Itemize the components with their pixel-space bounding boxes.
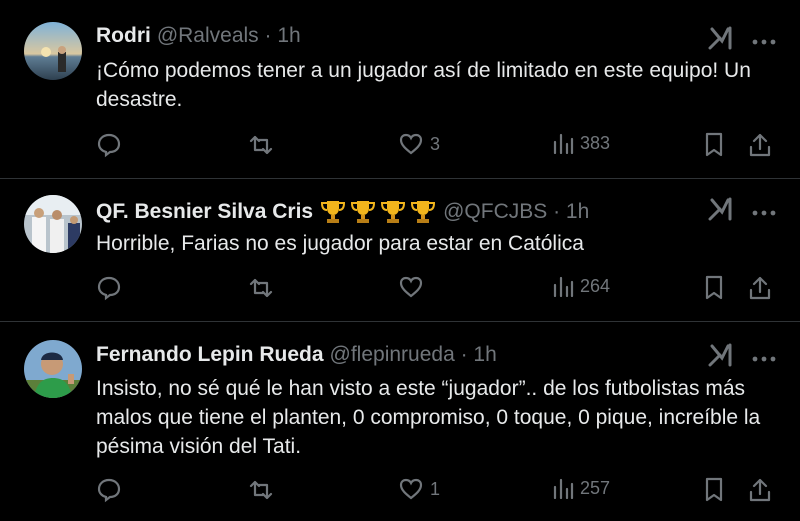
share-button[interactable] [748, 275, 772, 301]
bookmark-icon [704, 275, 724, 301]
grok-icon[interactable] [708, 197, 734, 226]
share-icon [748, 275, 772, 301]
more-icon[interactable] [752, 349, 776, 367]
tweet-top-icons [708, 197, 776, 226]
reply-icon [96, 275, 122, 301]
tweet-text: ¡Cómo podemos tener a un jugador así de … [96, 59, 751, 111]
like-button[interactable]: 3 [398, 132, 440, 156]
bookmark-button[interactable] [704, 275, 724, 301]
trophy-icon [381, 201, 406, 223]
avatar[interactable] [24, 340, 82, 398]
tweet-top-icons [708, 343, 776, 372]
bookmark-icon [704, 132, 724, 158]
views-button[interactable]: 383 [552, 132, 610, 154]
like-icon [398, 275, 424, 299]
like-icon [398, 477, 424, 501]
grok-icon[interactable] [708, 26, 734, 55]
handle-time[interactable]: @QFCJBS · 1h [443, 200, 589, 224]
views-icon [552, 132, 574, 154]
bookmark-button[interactable] [704, 132, 724, 158]
display-name[interactable]: Fernando Lepin Rueda [96, 343, 324, 367]
views-button[interactable]: 257 [552, 477, 610, 499]
tweet-header: QF. Besnier Silva Cris @QFCJBS · 1h [96, 199, 589, 225]
tweet-2[interactable]: QF. Besnier Silva Cris @QFCJBS · 1h Horr… [0, 179, 800, 321]
views-count: 257 [580, 477, 611, 498]
tweet-header: Fernando Lepin Rueda @flepinrueda · 1h [96, 343, 497, 367]
bookmark-button[interactable] [704, 477, 724, 503]
share-icon [748, 132, 772, 158]
share-button[interactable] [748, 132, 772, 158]
tweet-actions: 3 383 [96, 132, 782, 162]
like-button[interactable]: 1 [398, 477, 440, 501]
reply-feed: Rodri @Ralveals · 1h ¡Cómo podemos tener… [0, 0, 800, 521]
views-count: 264 [580, 275, 611, 296]
retweet-button[interactable] [246, 275, 276, 301]
like-count: 1 [430, 478, 441, 499]
tweet-text: Horrible, Farias no es jugador para esta… [96, 232, 584, 255]
reply-button[interactable] [96, 132, 122, 158]
reply-icon [96, 477, 122, 503]
more-icon[interactable] [752, 32, 776, 50]
tweet-text: Insisto, no sé qué le han visto a este “… [96, 377, 761, 458]
trophy-icon [411, 201, 436, 223]
share-button[interactable] [748, 477, 772, 503]
bookmark-icon [704, 477, 724, 503]
avatar[interactable] [24, 195, 82, 253]
handle-time[interactable]: @Ralveals · 1h [157, 24, 301, 48]
trophy-icon [351, 201, 376, 223]
retweet-button[interactable] [246, 132, 276, 158]
views-count: 383 [580, 132, 611, 153]
reply-icon [96, 132, 122, 158]
views-icon [552, 477, 574, 499]
like-icon [398, 132, 424, 156]
trophy-icon [321, 201, 346, 223]
retweet-icon [246, 477, 276, 503]
retweet-icon [246, 275, 276, 301]
views-button[interactable]: 264 [552, 275, 610, 297]
tweet-1[interactable]: Rodri @Ralveals · 1h ¡Cómo podemos tener… [0, 0, 800, 178]
tweet-3[interactable]: Fernando Lepin Rueda @flepinrueda · 1h I… [0, 322, 800, 521]
more-icon[interactable] [752, 203, 776, 221]
like-count: 3 [430, 133, 441, 154]
name-emojis [319, 199, 437, 225]
like-button[interactable] [398, 275, 430, 299]
retweet-icon [246, 132, 276, 158]
views-icon [552, 275, 574, 297]
tweet-actions: 264 [96, 275, 782, 305]
reply-button[interactable] [96, 275, 122, 301]
reply-button[interactable] [96, 477, 122, 503]
tweet-header: Rodri @Ralveals · 1h [96, 24, 301, 48]
tweet-top-icons [708, 26, 776, 55]
display-name[interactable]: Rodri [96, 24, 151, 48]
handle-time[interactable]: @flepinrueda · 1h [330, 343, 497, 367]
retweet-button[interactable] [246, 477, 276, 503]
share-icon [748, 477, 772, 503]
avatar[interactable] [24, 22, 82, 80]
grok-icon[interactable] [708, 343, 734, 372]
tweet-actions: 1 257 [96, 477, 782, 507]
display-name[interactable]: QF. Besnier Silva Cris [96, 200, 313, 224]
